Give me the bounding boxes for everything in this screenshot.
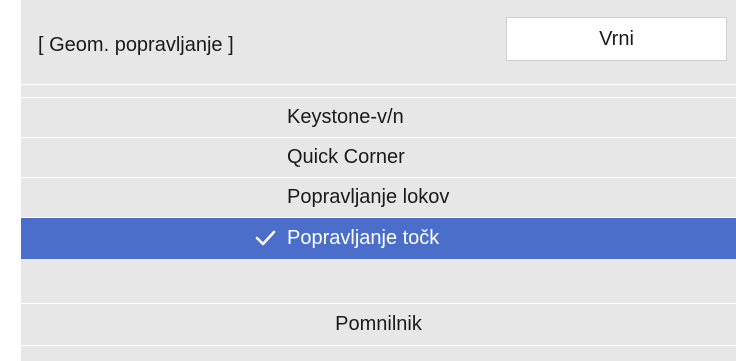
back-button[interactable]: Vrni bbox=[506, 17, 727, 61]
page-title: [ Geom. popravljanje ] bbox=[38, 34, 234, 56]
menu-item-point-correction[interactable]: Popravljanje točk bbox=[21, 218, 736, 259]
menu-item-label: Quick Corner bbox=[287, 146, 405, 168]
menu-item-keystone[interactable]: Keystone-v/n bbox=[21, 97, 736, 138]
divider bbox=[21, 84, 736, 85]
menu-item-arc-correction[interactable]: Popravljanje lokov bbox=[21, 177, 736, 218]
geometry-correction-panel: [ Geom. popravljanje ] Vrni Keystone-v/n… bbox=[21, 0, 736, 361]
panel-header: [ Geom. popravljanje ] Vrni bbox=[21, 0, 736, 84]
menu-item-quick-corner[interactable]: Quick Corner bbox=[21, 137, 736, 178]
divider bbox=[21, 345, 736, 346]
menu-item-label: Popravljanje točk bbox=[287, 227, 440, 249]
menu-item-label: Pomnilnik bbox=[335, 313, 422, 335]
menu-item-label: Keystone-v/n bbox=[287, 106, 404, 128]
menu-item-memory[interactable]: Pomnilnik bbox=[21, 304, 736, 345]
menu-item-label: Popravljanje lokov bbox=[287, 186, 450, 208]
checkmark-icon bbox=[255, 230, 276, 246]
